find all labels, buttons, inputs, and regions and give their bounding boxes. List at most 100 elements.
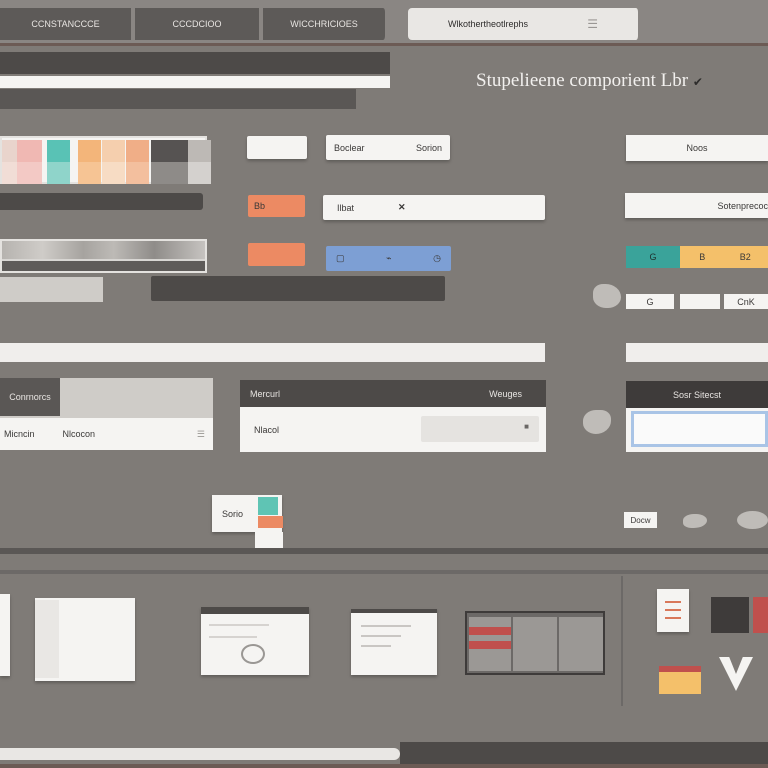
ibat-label: Ilbat xyxy=(337,202,355,213)
shelf-separator xyxy=(621,576,623,706)
cloud-icon xyxy=(683,514,707,528)
list-line xyxy=(665,617,681,619)
bottom-progress xyxy=(0,748,400,760)
orange-button-2[interactable] xyxy=(248,243,305,266)
right-panel-header-label: Sosr Sitecst xyxy=(672,389,721,400)
teal-label: G xyxy=(649,252,657,262)
swatch[interactable] xyxy=(47,140,70,162)
yellow-label-2: B2 xyxy=(739,252,751,262)
multi-panel-card[interactable] xyxy=(465,611,605,675)
window-line xyxy=(209,624,269,626)
boclear-button[interactable]: Boclear Sorion xyxy=(326,135,450,160)
right-panel-input[interactable] xyxy=(631,411,768,447)
chip-g[interactable]: G xyxy=(626,294,674,309)
blue-toolbar[interactable]: ▢ ⌁ ◷ xyxy=(326,246,451,271)
sorion-label: Sorion xyxy=(415,142,442,153)
mid-panel-header: Mercurl Weuges xyxy=(240,380,546,407)
swatch[interactable] xyxy=(78,162,101,184)
sotenprec-label: Sotenprecoc xyxy=(717,200,768,211)
cloud-icon xyxy=(737,511,768,529)
swatch[interactable] xyxy=(78,140,101,162)
teal-segment[interactable]: G xyxy=(626,246,680,268)
doc-line xyxy=(361,625,411,627)
clock-icon[interactable]: ◷ xyxy=(433,253,441,264)
ibat-field[interactable]: Ilbat ✕ xyxy=(323,195,545,220)
color-palette xyxy=(0,136,211,184)
box-lid-icon xyxy=(659,666,701,672)
doc-line xyxy=(361,645,391,647)
swatch[interactable] xyxy=(151,140,188,162)
input-stub[interactable] xyxy=(0,277,103,302)
tab-active-label: Wlkothertheotlrephs xyxy=(448,19,529,29)
left-panel-row[interactable]: Micncin Nlcocon ☰ xyxy=(0,418,213,450)
doc-line xyxy=(361,635,401,637)
swatch[interactable] xyxy=(17,140,42,162)
save-small-label: Docw xyxy=(630,515,651,525)
window-line xyxy=(209,636,257,638)
swatch[interactable] xyxy=(102,162,125,184)
blank-button[interactable] xyxy=(247,136,307,159)
menu-icon[interactable]: ☰ xyxy=(197,429,205,440)
tab-components[interactable]: CCNSTANCCCE xyxy=(0,8,133,40)
swatch[interactable] xyxy=(151,162,188,184)
right-panel: Sosr Sitecst xyxy=(626,381,768,452)
long-input-right[interactable] xyxy=(626,343,768,362)
link-icon[interactable]: ⌁ xyxy=(386,253,391,264)
chip-cnk[interactable]: CnK xyxy=(724,294,768,309)
noos-button[interactable]: Noos xyxy=(626,135,768,161)
right-panel-header: Sosr Sitecst xyxy=(626,381,768,408)
document-card[interactable] xyxy=(351,609,437,675)
swatch[interactable] xyxy=(188,162,211,184)
gradient-base xyxy=(2,261,205,271)
swatch[interactable] xyxy=(188,140,211,162)
mid-panel-header-label: Mercurl xyxy=(250,388,281,399)
cloud-icon xyxy=(583,410,611,434)
swatch[interactable] xyxy=(17,162,42,184)
panel-c xyxy=(559,617,603,671)
list-card[interactable] xyxy=(657,589,689,632)
tab-active-page[interactable]: Wlkothertheotlrephs ☰ xyxy=(408,8,640,40)
left-panel-header-label: Conrnorcs xyxy=(9,392,51,402)
dark-input[interactable] xyxy=(151,276,445,301)
swatch[interactable] xyxy=(126,140,149,162)
list-line xyxy=(665,601,681,603)
bottom-border xyxy=(0,764,768,768)
dark-bar xyxy=(0,193,203,210)
panel-b xyxy=(513,617,557,671)
square-icon: ■ xyxy=(524,422,529,431)
chip-g-label: G xyxy=(646,296,654,307)
window-icon[interactable]: ▢ xyxy=(336,253,345,264)
left-panel-header: Conrnorcs xyxy=(0,378,60,416)
yellow-segment[interactable]: B B2 xyxy=(682,246,768,268)
swatch[interactable] xyxy=(102,140,125,162)
boclear-label: Boclear xyxy=(334,142,365,153)
tab-checkbox[interactable]: CCCDCIOO xyxy=(135,8,261,40)
close-icon[interactable]: ✕ xyxy=(398,202,406,213)
sotenprec-field[interactable]: Sotenprecoc xyxy=(625,193,768,218)
gradient-strip xyxy=(0,239,207,273)
window-card[interactable] xyxy=(201,607,309,675)
header-strip xyxy=(0,52,390,74)
menu-icon[interactable]: ☰ xyxy=(587,17,598,31)
doc-card[interactable] xyxy=(0,594,10,676)
save-small-button[interactable]: Docw xyxy=(624,512,657,528)
noos-label: Noos xyxy=(686,143,708,153)
swatch[interactable] xyxy=(126,162,149,184)
small-card-label: Sorio xyxy=(222,508,244,519)
page-title: Stupelieene comporient Lbr ✔ xyxy=(476,70,768,94)
shelf-line xyxy=(0,570,768,574)
chip-blank[interactable] xyxy=(680,294,720,309)
tab-widgets[interactable]: WICCHRICIOES xyxy=(263,8,387,40)
orange-button[interactable]: Bb xyxy=(248,195,305,217)
shelf-divider xyxy=(0,548,768,554)
small-card-tab xyxy=(255,532,283,549)
device-icon-red xyxy=(753,597,768,633)
tab-bar: CCNSTANCCCE CCCDCIOO WICCHRICIOES Wlkoth… xyxy=(0,0,768,46)
panel-a-highlight xyxy=(469,627,511,635)
mid-panel-input[interactable]: ■ xyxy=(421,416,539,442)
swatch[interactable] xyxy=(47,162,70,184)
header-progress xyxy=(0,76,390,88)
list-line xyxy=(665,609,681,611)
color-toolbar: G B B2 xyxy=(626,246,768,268)
long-input[interactable] xyxy=(0,343,545,362)
